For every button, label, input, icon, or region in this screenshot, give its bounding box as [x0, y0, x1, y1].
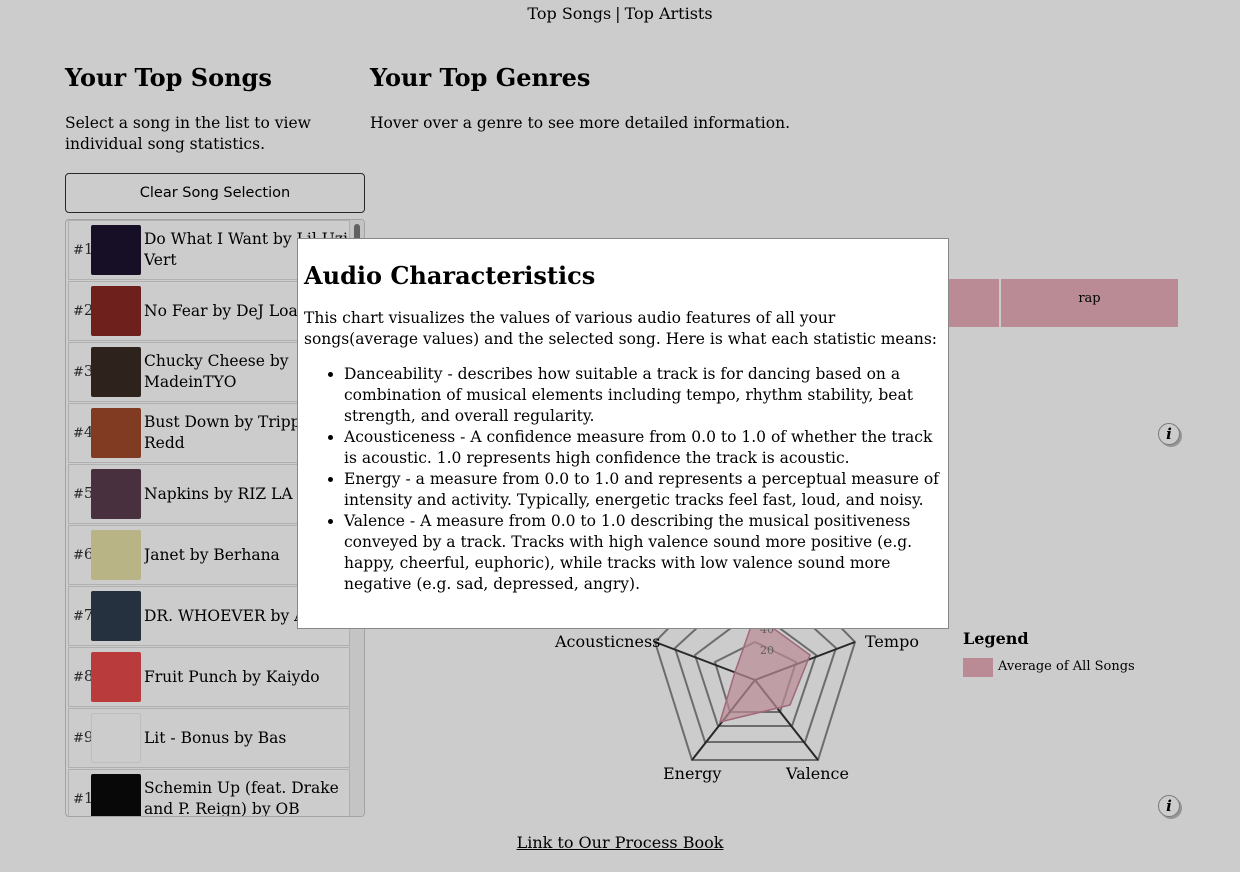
- modal-title: Audio Characteristics: [304, 261, 596, 290]
- definition-danceability: Danceability - describes how suitable a …: [344, 364, 942, 427]
- audio-characteristics-modal: Audio Characteristics This chart visuali…: [297, 238, 949, 629]
- definition-acousticness: Acousticeness - A confidence measure fro…: [344, 427, 942, 469]
- definition-energy: Energy - a measure from 0.0 to 1.0 and r…: [344, 469, 942, 511]
- definition-valence: Valence - A measure from 0.0 to 1.0 desc…: [344, 511, 942, 595]
- modal-definition-list: Danceability - describes how suitable a …: [304, 364, 942, 595]
- modal-intro: This chart visualizes the values of vari…: [304, 309, 938, 348]
